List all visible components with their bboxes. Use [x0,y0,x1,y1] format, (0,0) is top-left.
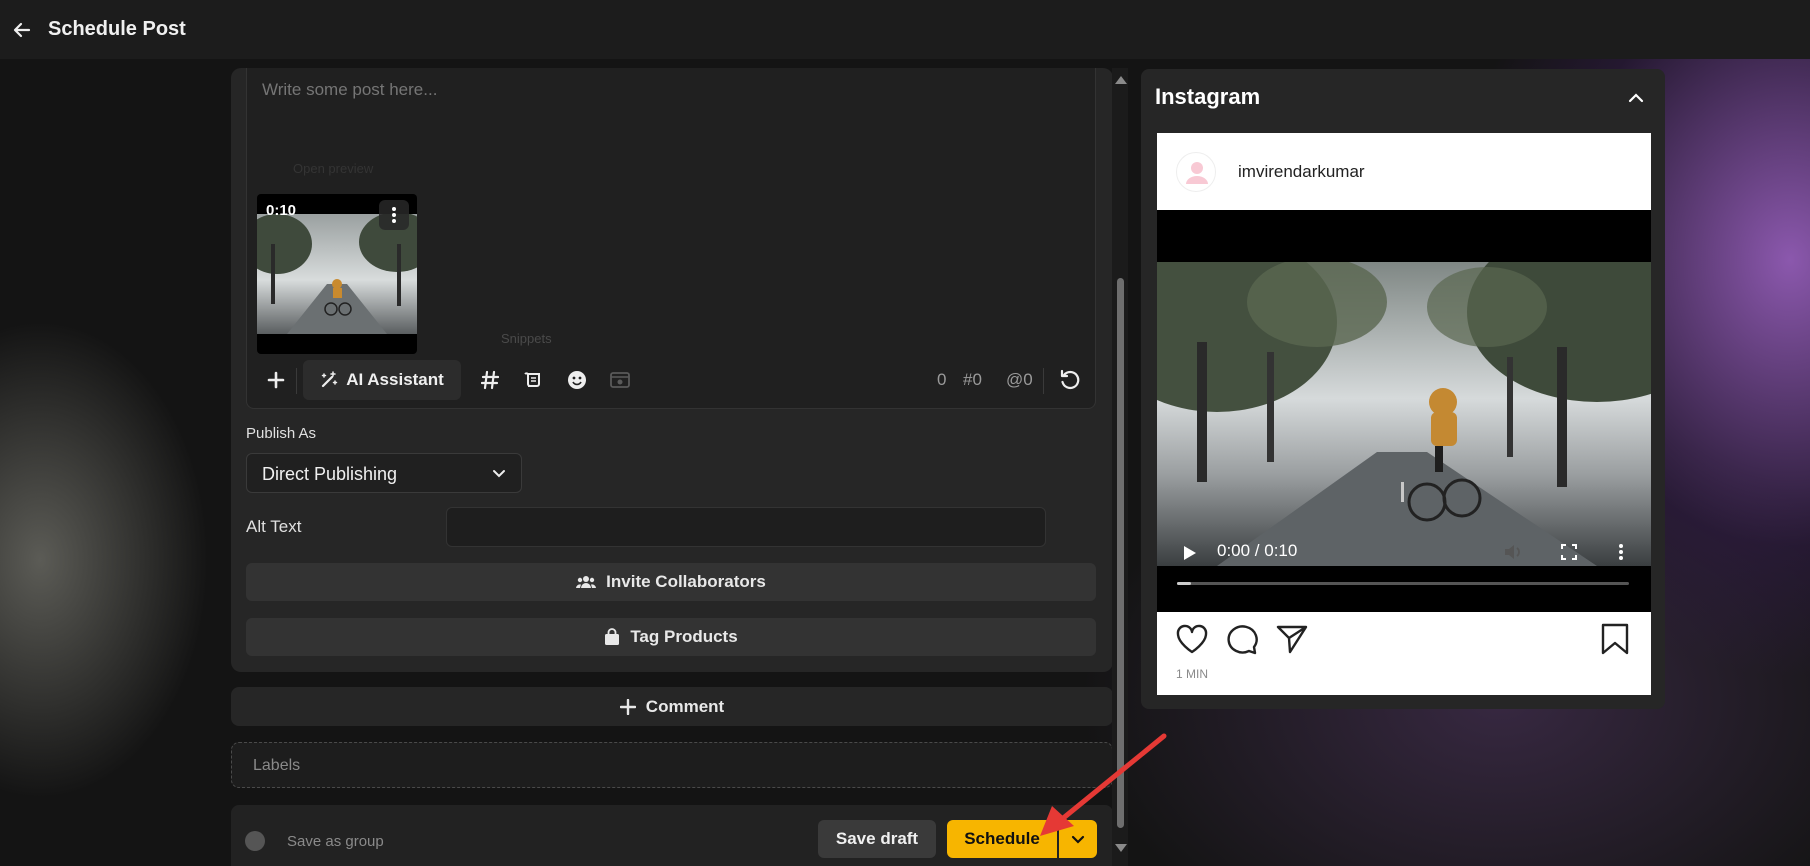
avatar [1176,152,1216,192]
tag-products-label: Tag Products [630,627,738,646]
undo-icon [1060,369,1080,390]
comment-icon[interactable] [1225,623,1259,655]
schedule-button[interactable]: Schedule [947,820,1057,858]
heart-icon[interactable] [1175,623,1209,655]
image-frame-icon [610,372,630,388]
toolbar-divider [1043,368,1044,394]
scroll-icon [524,372,540,387]
more-vertical-icon[interactable] [1618,543,1624,561]
emoji-icon [568,371,586,389]
comment-label: Comment [645,696,725,716]
preview-platform-title: Instagram [1155,84,1261,109]
save-as-group-toggle[interactable] [245,831,265,851]
post-age: 1 MIN [1176,667,1209,681]
scroll-thumb[interactable] [1117,278,1124,828]
video-time: 0:00 / 0:10 [1217,541,1298,560]
scroll-up-arrow[interactable] [1115,76,1127,84]
open-preview-ghost: Open preview [293,161,374,176]
tag-products-button[interactable]: Tag Products [246,618,1096,656]
play-icon[interactable] [1183,545,1197,561]
emoji-button[interactable] [560,360,594,400]
magic-wand-icon [321,371,338,388]
more-vertical-icon [392,207,396,223]
fullscreen-icon[interactable] [1561,544,1577,560]
volume-icon[interactable] [1503,543,1523,561]
media-menu-button[interactable] [379,200,409,230]
undo-button[interactable] [1053,360,1087,400]
scroll-down-arrow[interactable] [1115,844,1127,852]
alt-text-input[interactable] [446,507,1046,547]
video-player[interactable]: 0:00 / 0:10 [1157,210,1651,612]
ai-assistant-label: AI Assistant [346,370,444,389]
users-icon [576,576,597,588]
footer-bar: Save as group Save draft Schedule [231,805,1113,866]
ai-assistant-button[interactable]: AI Assistant [303,360,461,400]
invite-collaborators-label: Invite Collaborators [606,572,766,591]
mention-count: @0 [1006,370,1033,389]
post-composer: Open preview Snippets 0:10 [246,68,1096,409]
snippets-button[interactable] [516,360,550,400]
save-draft-button[interactable]: Save draft [818,820,936,858]
post-text-input[interactable] [262,80,862,100]
plus-icon [267,371,285,389]
media-library-button[interactable] [603,360,637,400]
character-count: 0 [937,370,947,389]
arrow-left-icon [13,22,31,38]
instagram-post-card: imvirendarkumar 0:00 / 0:10 1 MIN [1157,133,1651,695]
composer-toolbar: AI Assistant 0 #0 @0 [247,360,1097,404]
bookmark-icon[interactable] [1600,623,1630,655]
labels-field[interactable]: Labels [231,742,1113,788]
save-as-group-label: Save as group [287,833,384,850]
schedule-options-button[interactable] [1059,820,1097,858]
video-duration: 0:10 [266,202,297,219]
chevron-down-icon [493,470,505,478]
publish-as-label: Publish As [246,425,317,442]
collapse-preview-button[interactable] [1623,85,1649,111]
invite-collaborators-button[interactable]: Invite Collaborators [246,563,1096,601]
user-placeholder-icon [1186,162,1208,184]
top-bar: Schedule Post [0,0,1810,59]
back-button[interactable] [8,16,36,44]
toolbar-divider [296,368,297,394]
video-progress-fill [1177,582,1191,585]
video-progress-track[interactable] [1177,582,1629,585]
labels-placeholder: Labels [253,757,301,774]
add-comment-button[interactable]: Comment [231,687,1113,726]
shopping-bag-icon [605,628,620,645]
video-thumbnail-image [257,214,417,334]
add-media-button[interactable] [259,360,293,400]
hashtag-count: #0 [963,370,982,389]
chevron-up-icon [1628,93,1644,103]
page-title: Schedule Post [48,18,186,40]
plus-icon [619,698,636,715]
post-username: imvirendarkumar [1238,162,1365,181]
hashtag-icon [481,370,499,390]
post-actions [1157,623,1651,659]
publish-as-value: Direct Publishing [262,464,398,484]
chevron-down-icon [1071,835,1085,844]
editor-scrollbar[interactable] [1112,68,1128,866]
instagram-preview-panel: Instagram imvirendarkumar 0:00 / 0:10 1 … [1141,69,1665,709]
send-icon[interactable] [1275,623,1309,655]
video-frame-image [1157,262,1651,566]
alt-text-label: Alt Text [246,517,302,536]
media-thumbnail[interactable]: 0:10 [257,194,417,354]
hashtag-button[interactable] [473,360,507,400]
publish-as-select[interactable]: Direct Publishing [246,453,522,493]
snippets-tooltip: Snippets [501,331,552,346]
